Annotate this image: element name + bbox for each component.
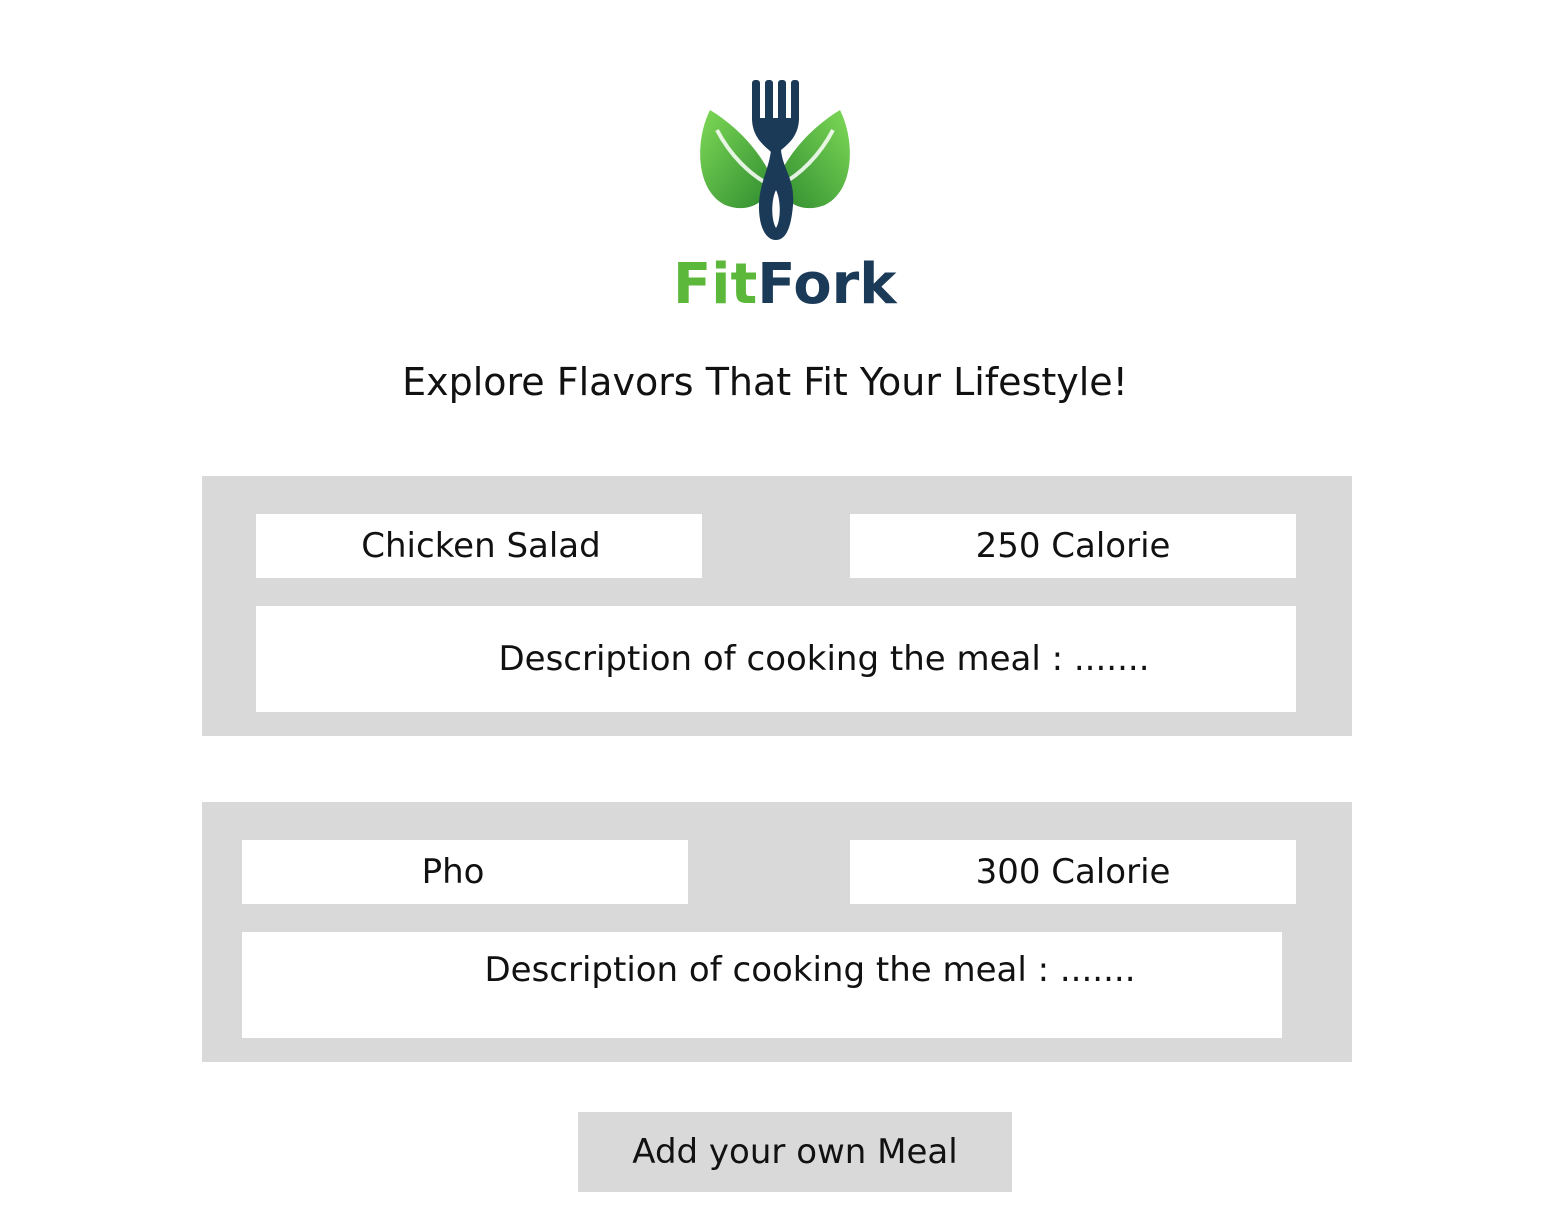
fitfork-logo: FitFork [655, 70, 905, 320]
tagline: Explore Flavors That Fit Your Lifestyle! [402, 360, 1128, 404]
meal-name[interactable]: Chicken Salad [256, 514, 702, 578]
add-meal-button[interactable]: Add your own Meal [578, 1112, 1012, 1192]
meal-description[interactable]: Description of cooking the meal : ......… [256, 606, 1296, 712]
fork-leaf-icon: FitFork [673, 80, 898, 317]
meal-calories[interactable]: 250 Calorie [850, 514, 1296, 578]
svg-text:FitFork: FitFork [673, 252, 898, 317]
logo-text-fork: Fork [757, 252, 898, 317]
meal-calories[interactable]: 300 Calorie [850, 840, 1296, 904]
meal-name[interactable]: Pho [242, 840, 688, 904]
meal-card: Pho 300 Calorie Description of cooking t… [202, 802, 1352, 1062]
meal-card: Chicken Salad 250 Calorie Description of… [202, 476, 1352, 736]
meal-description[interactable]: Description of cooking the meal : ......… [242, 932, 1282, 1038]
logo-text-fit: Fit [673, 252, 757, 317]
